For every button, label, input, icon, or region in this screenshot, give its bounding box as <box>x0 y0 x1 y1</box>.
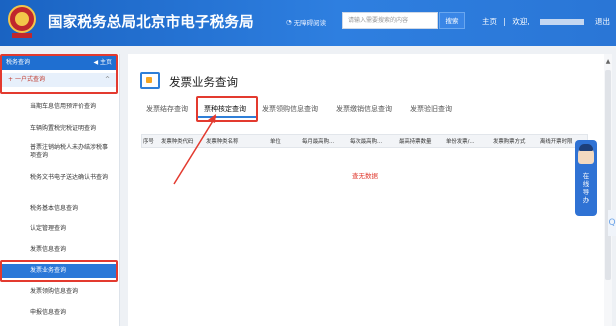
sidebar-item[interactable]: 当期车息信用预评价查询 <box>2 103 116 111</box>
site-title: 国家税务总局北京市电子税务局 <box>48 15 254 31</box>
column-header: 单位 <box>270 139 281 145</box>
tab-invoice-purchase[interactable]: 发票领购信息查询 <box>262 104 318 114</box>
page-title: 发票业务查询 <box>169 75 238 89</box>
accessibility-icon: ◔ <box>286 18 292 26</box>
annotation-arrow-icon <box>173 114 217 185</box>
sidebar-item[interactable]: 认定管理查询 <box>2 225 116 233</box>
invoice-page-icon <box>140 72 160 89</box>
edge-side-tab[interactable]: Q <box>608 210 616 236</box>
sidebar-item[interactable]: 普票注销纳税人未办结涉税事项查询 <box>2 144 116 160</box>
online-guide-widget[interactable]: 在线导办 <box>575 140 597 216</box>
column-header: 最高持票数量 <box>399 139 432 145</box>
sidebar-item[interactable]: 车辆购置税完税证明查询 <box>2 125 116 133</box>
tab-invoice-cancel[interactable]: 发票缴销信息查询 <box>336 104 392 114</box>
sidebar: 税务查询 ◀ 主页 + 一户式查询 ^ 当期车息信用预评价查询 车辆购置税完税证… <box>0 54 120 326</box>
sidebar-item[interactable]: 申报信息查询 <box>2 309 116 317</box>
main-panel: 发票业务查询 发票结存查询 票种核定查询 发票领购信息查询 发票缴销信息查询 发… <box>128 54 610 326</box>
logout-link[interactable]: 退出 <box>595 16 610 27</box>
sidebar-item[interactable]: 税务文书电子送达确认书查询 <box>2 174 116 182</box>
highlight-box-sidebar-item <box>0 260 118 282</box>
column-header: 每次最高购... <box>350 139 383 145</box>
column-header: 单份发票/... <box>446 139 475 145</box>
accessibility-label: 无障碍阅读 <box>293 19 327 27</box>
search-button[interactable]: 搜索 <box>439 12 465 29</box>
column-header: 发票购票方式 <box>493 139 526 145</box>
top-header: 国家税务总局北京市电子税务局 ◔ 无障碍阅读 请输入需要搜索的内容 搜索 主页 … <box>0 0 616 46</box>
empty-state-text: 查无数据 <box>352 172 378 180</box>
username-redacted <box>540 19 584 25</box>
top-links: 主页 | 欢迎, <box>482 16 534 27</box>
scrollbar-thumb[interactable] <box>605 70 611 280</box>
tax-emblem-icon <box>8 5 36 38</box>
tab-invoice-verify[interactable]: 发票验旧查询 <box>410 104 452 114</box>
tax-officer-avatar-icon <box>578 144 594 164</box>
search-input[interactable]: 请输入需要搜索的内容 <box>342 12 438 29</box>
highlight-box-sidebar-group <box>0 54 118 94</box>
sidebar-item[interactable]: 发票领购信息查询 <box>2 288 116 296</box>
vertical-scrollbar[interactable]: ▲ <box>604 54 612 326</box>
sidebar-item[interactable]: 发票信息查询 <box>2 246 116 254</box>
sidebar-item[interactable]: 税务基本信息查询 <box>2 205 116 213</box>
accessibility-link[interactable]: ◔ 无障碍阅读 <box>286 17 326 27</box>
scroll-up-icon[interactable]: ▲ <box>604 58 612 65</box>
column-header: 序号 <box>143 139 154 145</box>
online-guide-label: 在线导办 <box>582 172 590 204</box>
home-link[interactable]: 主页 <box>482 17 497 26</box>
column-header: 每月最高购... <box>302 139 335 145</box>
welcome-text: 欢迎, <box>512 17 530 26</box>
link-separator: | <box>503 17 506 26</box>
